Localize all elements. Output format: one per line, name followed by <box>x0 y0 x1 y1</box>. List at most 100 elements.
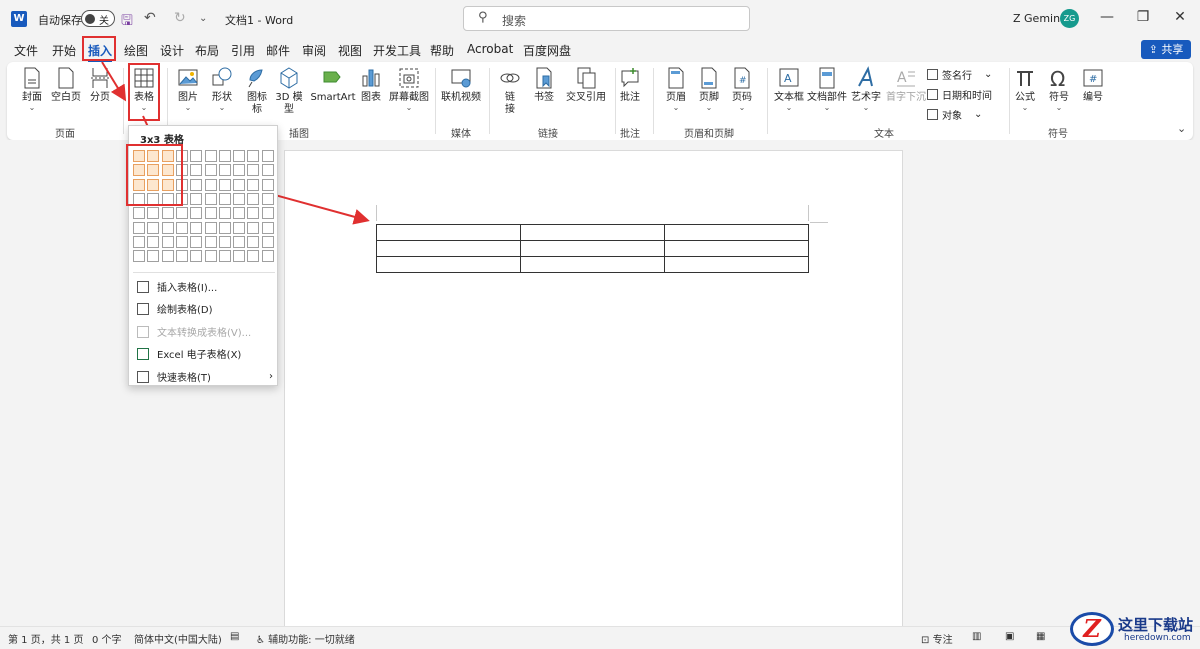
grid-cell[interactable] <box>147 207 160 220</box>
language[interactable]: 简体中文(中国大陆) <box>134 631 222 646</box>
word-count[interactable]: 0 个字 <box>92 631 122 646</box>
grid-cell[interactable] <box>261 164 274 177</box>
grid-cell[interactable] <box>233 150 246 162</box>
grid-cell[interactable] <box>204 192 217 205</box>
grid-cell[interactable] <box>247 235 260 248</box>
smartart-button[interactable]: SmartArt <box>309 66 357 104</box>
grid-cell[interactable] <box>175 250 188 263</box>
grid-cell[interactable] <box>204 164 217 177</box>
table-cell[interactable] <box>664 256 809 273</box>
icons-button[interactable]: 图标 标 <box>244 66 270 116</box>
collapse-ribbon-icon[interactable]: ⌄ <box>1177 122 1186 135</box>
grid-cell[interactable] <box>233 192 246 205</box>
table-cell[interactable] <box>376 240 521 257</box>
tab-help[interactable]: 帮助 <box>430 42 454 59</box>
blank-page-button[interactable]: 空白页 <box>50 66 82 104</box>
grid-cell[interactable] <box>161 235 174 248</box>
table-cell[interactable] <box>376 256 521 273</box>
quick-tables-item[interactable]: 快速表格(T) › <box>137 369 273 384</box>
drop-cap-button[interactable]: A 首字下沉 <box>885 66 927 104</box>
grid-cell[interactable] <box>175 207 188 220</box>
online-video-button[interactable]: 联机视频 <box>441 66 481 104</box>
grid-cell[interactable] <box>233 207 246 220</box>
tab-review[interactable]: 审阅 <box>302 42 326 59</box>
search-box[interactable]: ⚲ 搜索 <box>463 6 750 31</box>
symbol-button[interactable]: Ω 符号 ⌄ <box>1045 66 1073 112</box>
draw-table-item[interactable]: 绘制表格(D) <box>137 301 273 316</box>
grid-cell[interactable] <box>161 207 174 220</box>
accessibility-status[interactable]: ♿ 辅助功能: 一切就绪 <box>256 631 355 646</box>
grid-cell[interactable] <box>247 178 260 191</box>
grid-cell[interactable] <box>190 178 203 191</box>
footer-button[interactable]: 页脚 ⌄ <box>696 66 722 112</box>
print-layout-icon[interactable]: ▣ <box>1005 631 1014 642</box>
tab-home[interactable]: 开始 <box>52 42 76 59</box>
grid-cell[interactable] <box>204 207 217 220</box>
header-button[interactable]: 页眉 ⌄ <box>663 66 689 112</box>
comment-button[interactable]: 批注 <box>617 66 643 104</box>
grid-cell[interactable] <box>161 221 174 234</box>
grid-cell[interactable] <box>218 178 231 191</box>
grid-cell[interactable] <box>233 164 246 177</box>
link-button[interactable]: 链 接 <box>497 66 523 116</box>
screenshot-button[interactable]: 屏幕截图 ⌄ <box>388 66 430 112</box>
page-count[interactable]: 第 1 页，共 1 页 <box>8 631 83 646</box>
grid-cell[interactable] <box>147 250 160 263</box>
table-cell[interactable] <box>376 224 521 241</box>
tab-references[interactable]: 引用 <box>231 42 255 59</box>
grid-cell[interactable] <box>175 235 188 248</box>
tab-file[interactable]: 文件 <box>14 42 38 59</box>
table-cell[interactable] <box>664 240 809 257</box>
share-button[interactable]: ⇪ 共享 <box>1141 40 1191 59</box>
avatar[interactable]: ZG <box>1060 9 1079 28</box>
cover-page-button[interactable]: 封面 ⌄ <box>19 66 45 112</box>
grid-cell[interactable] <box>218 192 231 205</box>
web-layout-icon[interactable]: ▦ <box>1036 631 1045 642</box>
signature-line-button[interactable]: 签名行 ⌄ <box>927 67 992 82</box>
page-number-button[interactable]: # 页码 ⌄ <box>729 66 755 112</box>
grid-cell[interactable] <box>204 235 217 248</box>
grid-cell[interactable] <box>133 221 145 234</box>
chart-button[interactable]: 图表 <box>359 66 383 104</box>
object-button[interactable]: 对象 ⌄ <box>927 107 982 122</box>
grid-cell[interactable] <box>218 250 231 263</box>
quick-parts-button[interactable]: 文档部件 ⌄ <box>807 66 847 112</box>
tab-layout[interactable]: 布局 <box>195 42 219 59</box>
table-cell[interactable] <box>520 224 665 241</box>
grid-cell[interactable] <box>261 250 274 263</box>
grid-cell[interactable] <box>261 221 274 234</box>
3d-models-button[interactable]: 3D 模 型 <box>275 66 303 116</box>
close-icon[interactable]: ✕ <box>1170 9 1190 25</box>
bookmark-button[interactable]: 书签 <box>531 66 557 104</box>
grid-cell[interactable] <box>218 164 231 177</box>
table-cell[interactable] <box>520 240 665 257</box>
read-mode-icon[interactable]: ▥ <box>972 631 981 642</box>
user-name[interactable]: Z Gemini <box>1013 12 1063 25</box>
grid-cell[interactable] <box>218 235 231 248</box>
grid-cell[interactable] <box>190 150 203 162</box>
shapes-button[interactable]: 形状 ⌄ <box>208 66 236 112</box>
grid-cell[interactable] <box>233 235 246 248</box>
grid-cell[interactable] <box>204 178 217 191</box>
minimize-icon[interactable]: — <box>1097 9 1117 25</box>
grid-cell[interactable] <box>218 150 231 162</box>
save-icon[interactable]: 🖫 <box>121 10 133 34</box>
grid-cell[interactable] <box>261 150 274 162</box>
grid-cell[interactable] <box>175 221 188 234</box>
grid-cell[interactable] <box>161 250 174 263</box>
tab-view[interactable]: 视图 <box>338 42 362 59</box>
grid-cell[interactable] <box>233 221 246 234</box>
grid-cell[interactable] <box>261 192 274 205</box>
grid-cell[interactable] <box>147 235 160 248</box>
cross-reference-button[interactable]: 交叉引用 <box>563 66 609 104</box>
wordart-button[interactable]: 艺术字 ⌄ <box>849 66 883 112</box>
grid-cell[interactable] <box>233 250 246 263</box>
textbox-button[interactable]: A 文本框 ⌄ <box>773 66 805 112</box>
grid-cell[interactable] <box>204 250 217 263</box>
grid-cell[interactable] <box>247 150 260 162</box>
grid-cell[interactable] <box>190 235 203 248</box>
undo-icon[interactable]: ↶ <box>144 10 156 26</box>
grid-cell[interactable] <box>133 250 145 263</box>
grid-cell[interactable] <box>247 221 260 234</box>
equation-button[interactable]: 公式 ⌄ <box>1011 66 1039 112</box>
